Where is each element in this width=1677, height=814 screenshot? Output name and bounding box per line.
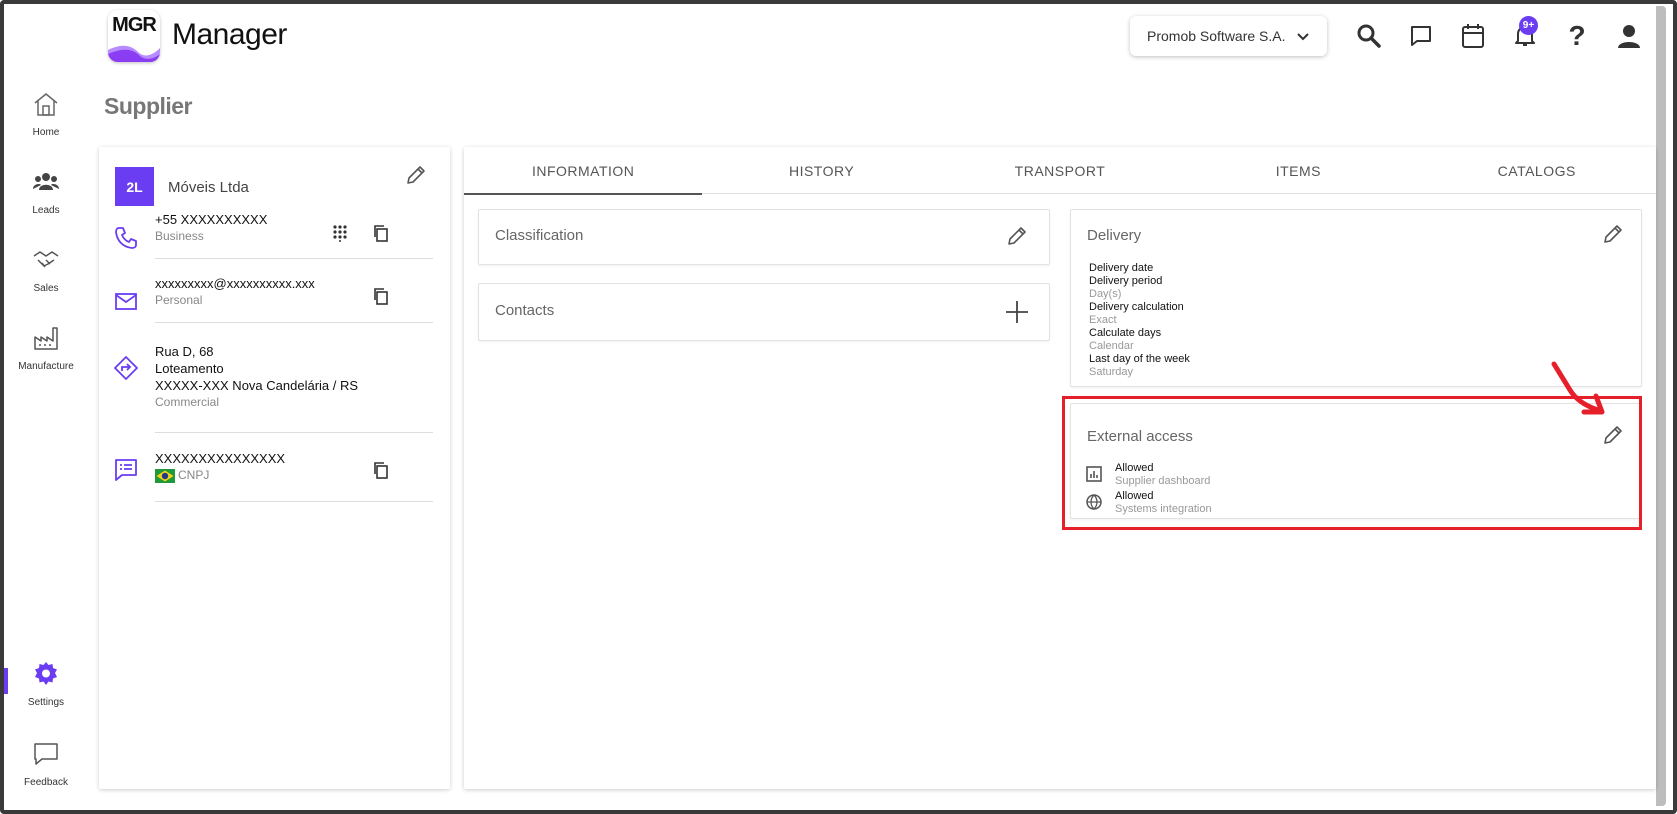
phone-icon <box>115 227 137 249</box>
logo-wave-icon <box>108 45 160 62</box>
delivery-calculation-label: Delivery calculation <box>1089 301 1184 313</box>
document-icon <box>115 459 137 481</box>
calendar-button[interactable] <box>1457 20 1489 52</box>
copy-icon <box>374 288 388 305</box>
logo-text: MGR <box>112 14 157 36</box>
tab-history[interactable]: HISTORY <box>702 147 940 194</box>
copy-email-button[interactable] <box>367 282 395 310</box>
copy-document-button[interactable] <box>367 456 395 484</box>
tab-catalogs[interactable]: CATALOGS <box>1418 147 1656 194</box>
calculate-days-value: Calendar <box>1089 340 1134 352</box>
calculate-days-label: Calculate days <box>1089 327 1162 339</box>
messages-button[interactable] <box>1405 20 1437 52</box>
classification-title: Classification <box>495 227 584 244</box>
tab-bar: INFORMATION HISTORY TRANSPORT ITEMS CATA… <box>464 147 1656 195</box>
search-button[interactable] <box>1353 20 1385 52</box>
contacts-card: Contacts <box>478 283 1050 341</box>
address-row: Rua D, 68 Loteamento XXXXX-XXX Nova Cand… <box>155 343 433 433</box>
supplier-avatar: 2L <box>115 167 154 206</box>
app-logo[interactable]: MGR <box>108 10 160 62</box>
supplier-card: 2L Móveis Ltda +55 XXXXXXXXXX Business x… <box>99 147 450 789</box>
app-title: Manager <box>172 18 287 51</box>
nav-feedback-label: Feedback <box>24 777 68 788</box>
delivery-title: Delivery <box>1087 227 1142 244</box>
directions-icon <box>114 356 138 380</box>
annotation-arrow-icon <box>1551 361 1605 415</box>
document-type: CNPJ <box>178 468 210 482</box>
edit-classification-button[interactable] <box>1003 222 1031 250</box>
leads-icon <box>33 173 59 190</box>
nav-leads-label: Leads <box>32 205 60 216</box>
tab-information[interactable]: INFORMATION <box>464 147 703 195</box>
classification-card: Classification <box>478 209 1050 265</box>
help-button[interactable]: ? <box>1561 20 1593 52</box>
tab-items[interactable]: ITEMS <box>1179 147 1417 194</box>
nav-settings-label: Settings <box>27 697 65 708</box>
chat-icon <box>1411 26 1431 46</box>
search-icon <box>1357 24 1381 48</box>
edit-supplier-button[interactable] <box>402 161 430 189</box>
home-icon <box>34 93 58 116</box>
delivery-period-value: Day(s) <box>1089 288 1122 300</box>
company-selector[interactable]: Promob Software S.A. <box>1130 16 1327 56</box>
address-line2: Loteamento <box>155 361 224 376</box>
window-edge <box>1656 6 1666 806</box>
pencil-icon <box>407 166 425 184</box>
address-line3: XXXXX-XXX Nova Candelária / RS <box>155 378 359 393</box>
brazil-flag-icon <box>155 468 175 483</box>
account-button[interactable] <box>1613 20 1645 52</box>
mail-icon <box>115 293 137 310</box>
nav-feedback[interactable]: Feedback <box>6 740 86 790</box>
help-icon: ? <box>1568 20 1586 51</box>
nav-home-label: Home <box>32 127 60 138</box>
dialpad-button[interactable] <box>326 219 354 247</box>
copy-phone-button[interactable] <box>367 219 395 247</box>
factory-icon <box>34 327 58 350</box>
edit-delivery-button[interactable] <box>1599 220 1627 248</box>
last-day-value: Saturday <box>1089 366 1134 378</box>
delivery-date-label: Delivery date <box>1089 262 1154 274</box>
supplier-name: Móveis Ltda <box>168 179 249 196</box>
nav-manufacture[interactable]: Manufacture <box>6 324 86 374</box>
delivery-calculation-value: Exact <box>1089 314 1117 326</box>
plus-icon <box>1006 301 1028 323</box>
nav-settings[interactable]: Settings <box>6 660 86 710</box>
delivery-fields: Delivery date Delivery period Day(s) Del… <box>1089 262 1190 379</box>
calendar-icon <box>1462 24 1484 48</box>
handshake-icon <box>33 251 59 268</box>
nav-home[interactable]: Home <box>6 90 86 140</box>
nav-sales[interactable]: Sales <box>6 246 86 296</box>
contacts-title: Contacts <box>495 302 555 319</box>
dialpad-icon <box>333 225 347 242</box>
gear-icon <box>35 662 57 685</box>
tab-transport[interactable]: TRANSPORT <box>941 147 1179 194</box>
user-icon <box>1618 25 1640 48</box>
add-contact-button[interactable] <box>1003 298 1031 326</box>
page-title: Supplier <box>104 93 193 119</box>
address-line1: Rua D, 68 <box>155 344 214 359</box>
last-day-label: Last day of the week <box>1089 353 1190 365</box>
notification-badge: 9+ <box>1519 16 1538 35</box>
copy-icon <box>374 225 388 242</box>
nav-sales-label: Sales <box>33 283 59 294</box>
company-name: Promob Software S.A. <box>1147 28 1286 44</box>
feedback-icon <box>34 743 58 765</box>
copy-icon <box>374 462 388 479</box>
delivery-period-label: Delivery period <box>1089 275 1163 287</box>
address-type: Commercial <box>155 395 220 409</box>
pencil-icon <box>1604 225 1622 243</box>
nav-leads[interactable]: Leads <box>6 168 86 218</box>
nav-manufacture-label: Manufacture <box>18 361 74 372</box>
chevron-down-icon <box>1296 33 1309 41</box>
pencil-icon <box>1008 227 1026 245</box>
